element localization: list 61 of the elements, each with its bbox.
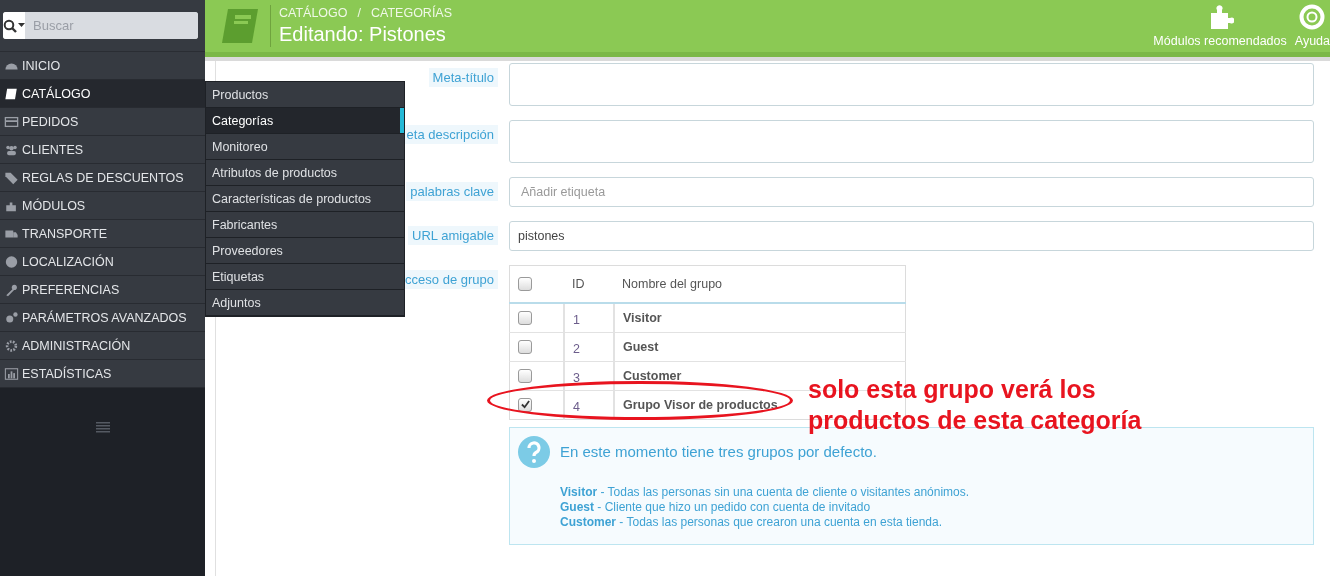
book-icon bbox=[220, 7, 260, 45]
table-cell: Guest bbox=[623, 339, 659, 354]
help-icon bbox=[518, 435, 550, 468]
sidebar-item[interactable]: ADMINISTRACIÓN bbox=[0, 332, 205, 360]
submenu-item[interactable]: Adjuntos bbox=[206, 290, 404, 316]
breadcrumb-separator: / bbox=[357, 6, 361, 20]
book-icon bbox=[4, 86, 19, 101]
input-field[interactable]: pistones bbox=[509, 221, 1314, 251]
submenu-item[interactable]: Categorías bbox=[206, 108, 404, 134]
info-text: Visitor - Todas las personas sin una cuenta de cliente o visitantes anónimos. bbox=[560, 484, 971, 499]
sidebar-item[interactable]: PEDIDOS bbox=[0, 108, 205, 136]
sidebar-item[interactable]: CATÁLOGO bbox=[0, 80, 205, 108]
column-header: ID bbox=[572, 277, 585, 291]
field-label: palabras clave bbox=[406, 182, 498, 201]
table-cell: Customer bbox=[623, 368, 682, 383]
table-cell: 1 bbox=[573, 312, 580, 327]
sidebar-item[interactable]: INICIO bbox=[0, 52, 205, 80]
table-cell: 4 bbox=[573, 399, 580, 414]
card-icon bbox=[4, 114, 19, 129]
checkbox[interactable] bbox=[518, 277, 532, 291]
lifebuoy-icon bbox=[1298, 4, 1327, 30]
wrench-icon bbox=[4, 282, 19, 297]
field-label: eta descripción bbox=[402, 125, 498, 144]
info-text: Guest - Cliente que hizo un pedido con cuenta de invitado bbox=[560, 499, 872, 514]
checkbox[interactable] bbox=[518, 397, 532, 412]
info-text: Customer - Todas las personas que crearon una cuenta en esta tienda. bbox=[560, 514, 943, 529]
table-cell: Visitor bbox=[623, 310, 662, 325]
annotation-text: solo esta grupo verá los productos de esta categoría bbox=[808, 374, 1142, 436]
submenu-item[interactable]: Etiquetas bbox=[206, 264, 404, 290]
menu-icon[interactable] bbox=[95, 422, 110, 433]
checkbox[interactable] bbox=[518, 310, 532, 325]
table-cell: 3 bbox=[573, 370, 580, 385]
search-button[interactable] bbox=[3, 12, 25, 39]
submenu-item[interactable]: Fabricantes bbox=[206, 212, 404, 238]
sidebar-item[interactable]: PREFERENCIAS bbox=[0, 276, 205, 304]
submenu-item[interactable]: Características de productos bbox=[206, 186, 404, 212]
info-title: En este momento tiene tres grupos por defecto. bbox=[560, 443, 877, 460]
page-title: Editando: Pistones bbox=[279, 23, 447, 46]
text-area[interactable] bbox=[509, 63, 1314, 106]
search-field[interactable]: Buscar bbox=[3, 12, 198, 39]
sidebar-item[interactable]: ESTADÍSTICAS bbox=[0, 360, 205, 388]
text-area[interactable] bbox=[509, 120, 1314, 163]
sidebar-item[interactable]: CLIENTES bbox=[0, 136, 205, 164]
column-header: Nombre del grupo bbox=[622, 277, 723, 291]
bar-chart-icon bbox=[4, 366, 19, 381]
sidebar-item[interactable]: LOCALIZACIÓN bbox=[0, 248, 205, 276]
submenu-item[interactable]: Atributos de productos bbox=[206, 160, 404, 186]
sidebar-item[interactable]: MÓDULOS bbox=[0, 192, 205, 220]
gear-icon bbox=[4, 338, 19, 353]
sidebar-item[interactable]: TRANSPORTE bbox=[0, 220, 205, 248]
sidebar-item[interactable]: PARÁMETROS AVANZADOS bbox=[0, 304, 205, 332]
submenu-item[interactable]: Monitoreo bbox=[206, 134, 404, 160]
submenu-item[interactable]: Proveedores bbox=[206, 238, 404, 264]
field-label: Meta-título bbox=[428, 68, 498, 87]
checkbox[interactable] bbox=[518, 368, 532, 383]
tag-icon bbox=[4, 170, 19, 185]
sidebar-item[interactable]: REGLAS DE DESCUENTOS bbox=[0, 164, 205, 192]
table-cell: 2 bbox=[573, 341, 580, 356]
checkbox[interactable] bbox=[518, 339, 532, 354]
field-label: URL amigable bbox=[408, 226, 498, 245]
table-cell: Grupo Visor de productos bbox=[623, 397, 778, 412]
